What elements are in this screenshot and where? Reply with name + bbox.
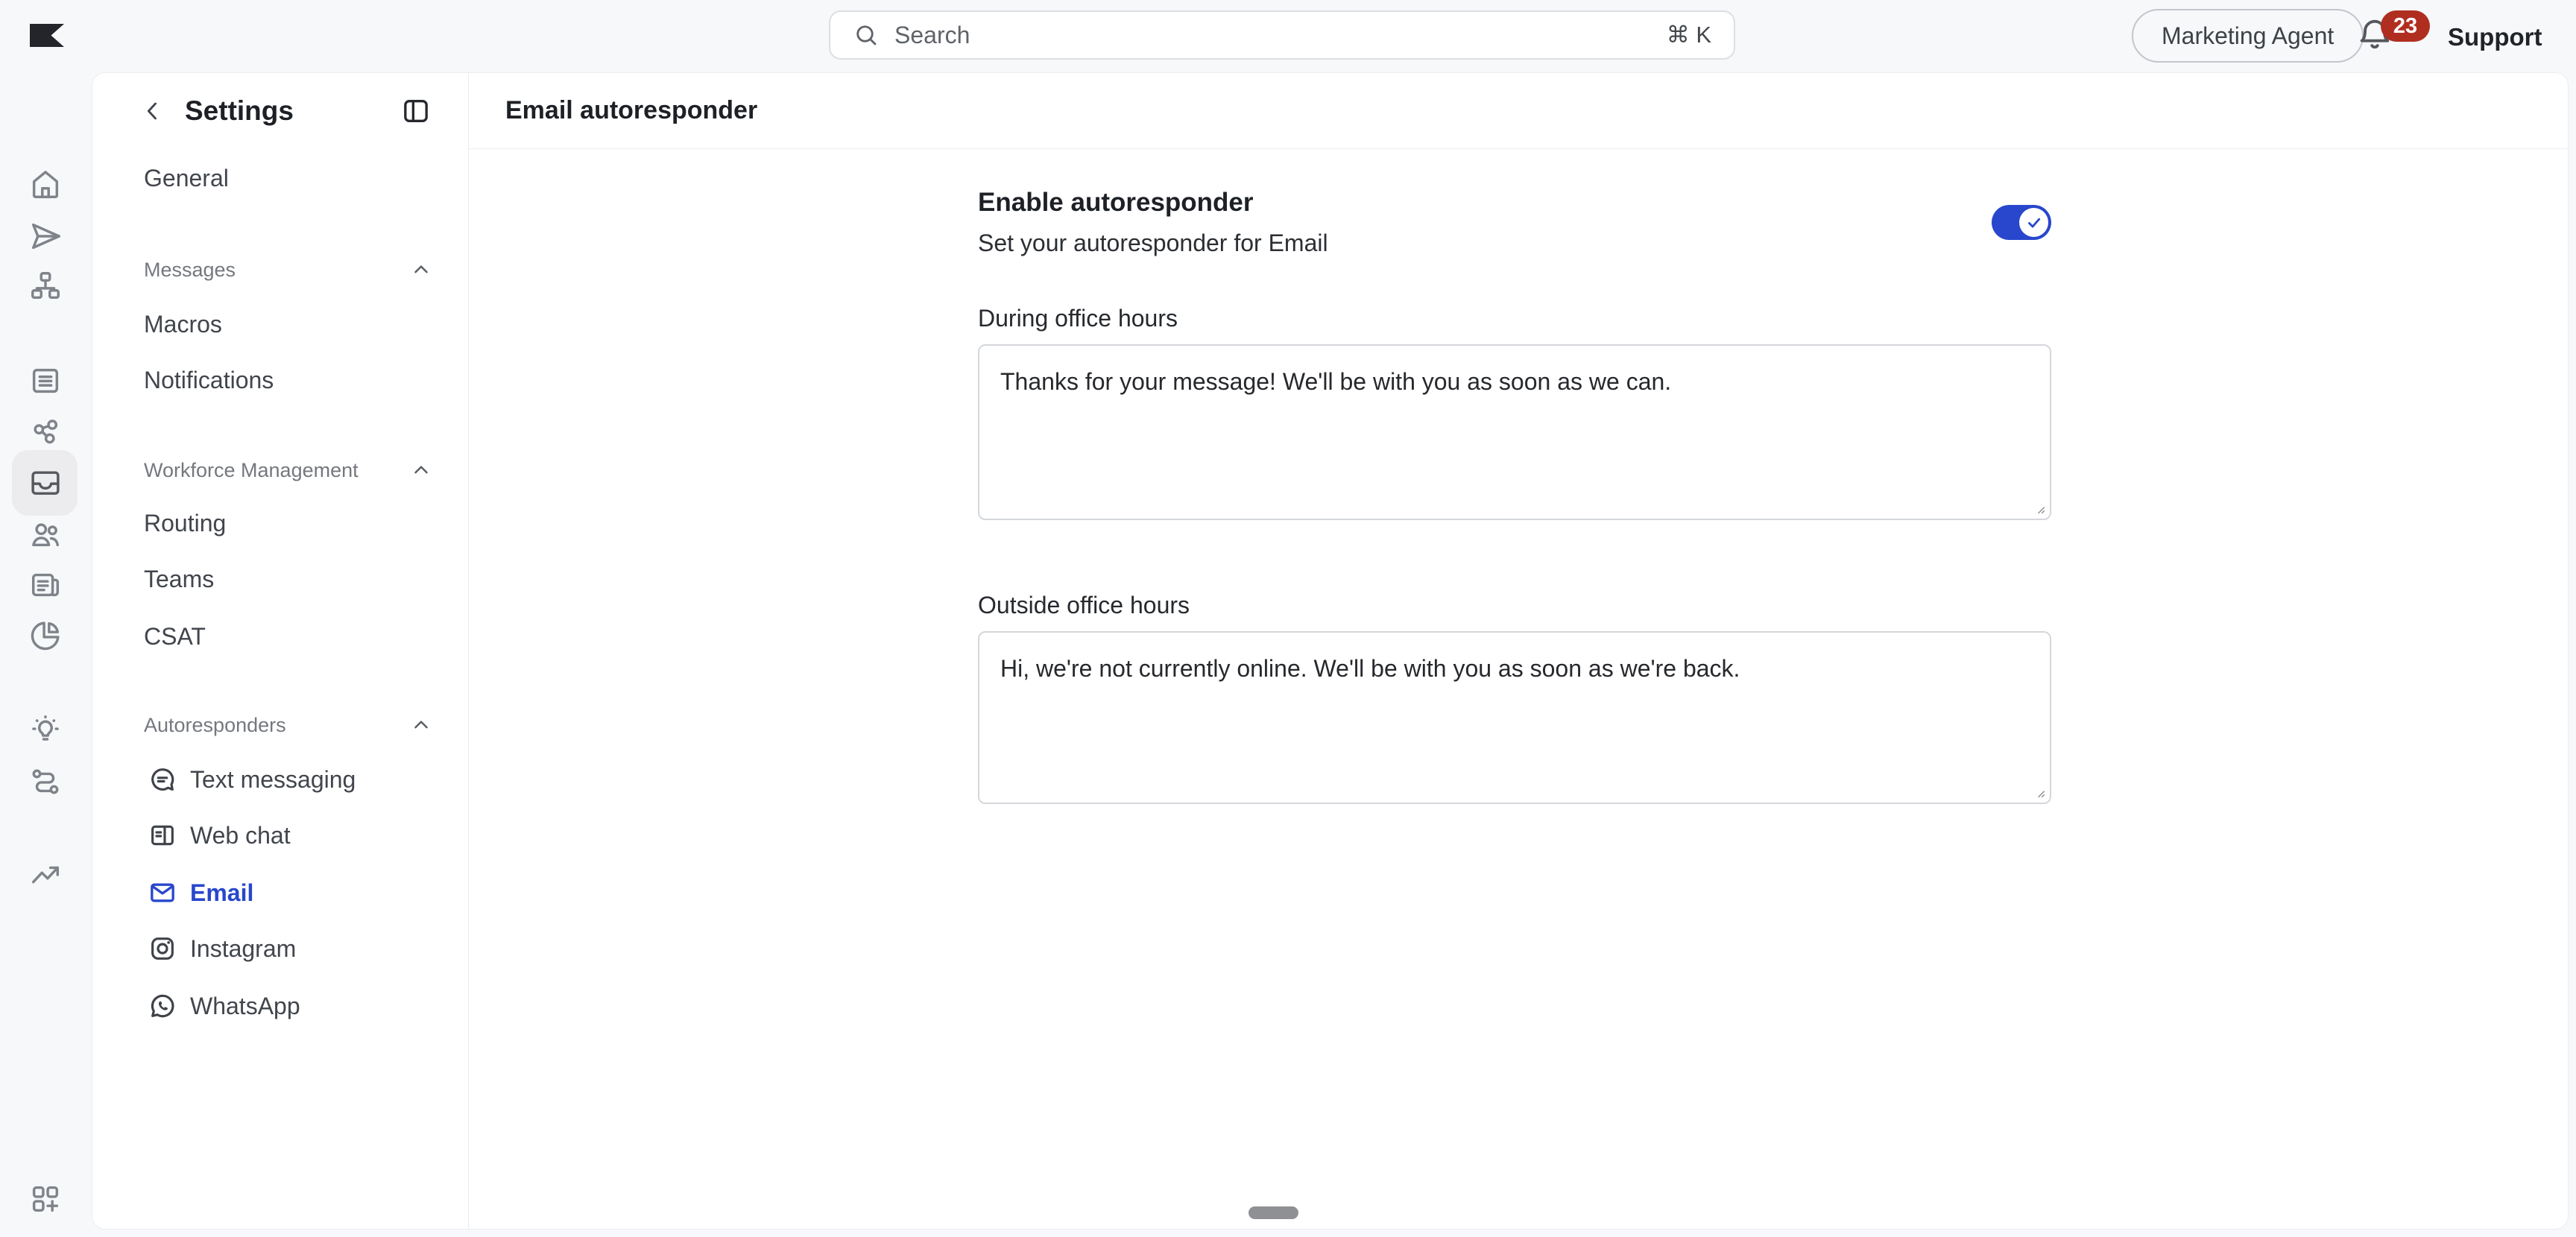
notification-badge: 23 [2381,10,2430,42]
trending-up-icon[interactable] [28,858,63,893]
section-label: Messages [144,259,236,282]
section-label: Workforce Management [144,459,359,482]
sidebar-item-csat[interactable]: CSAT [144,616,432,657]
settings-sidebar: Settings General Messages Macros Notific… [92,73,469,1229]
marketing-agent-button[interactable]: Marketing Agent [2132,9,2364,63]
search-icon [853,22,880,48]
outside-office-hours-label: Outside office hours [978,592,2051,619]
apps-grid-icon[interactable] [28,1181,63,1217]
sidebar-section-messages[interactable]: Messages [144,249,432,291]
sidebar-item-label: Notifications [144,367,274,394]
app-logo[interactable] [30,24,64,47]
sidebar-item-label: WhatsApp [190,993,300,1020]
enable-autoresponder-title: Enable autoresponder [978,188,1328,218]
settings-header: Settings [140,87,431,135]
sidebar-item-macros[interactable]: Macros [144,303,432,345]
sidebar-item-email[interactable]: Email [144,872,432,914]
enable-autoresponder-row: Enable autoresponder Set your autorespon… [978,188,2051,257]
content-shell: Settings General Messages Macros Notific… [92,72,2569,1230]
users-icon[interactable] [28,516,63,551]
sidebar-item-label: Macros [144,311,222,338]
check-icon [2024,213,2044,232]
notifications-button[interactable]: 23 [2355,15,2437,63]
main-panel: Email autoresponder Enable autoresponder… [469,73,2568,1229]
sidebar-item-routing[interactable]: Routing [144,502,432,544]
inbox-icon[interactable] [28,465,63,501]
route-icon[interactable] [28,764,63,800]
search-shortcut: ⌘ K [1667,22,1711,48]
toggle-knob [2019,208,2048,237]
during-office-hours-label: During office hours [978,305,2051,332]
pie-chart-icon[interactable] [28,618,63,654]
sidebar-item-label: General [144,165,229,192]
section-label: Autoresponders [144,714,286,737]
instagram-icon [148,934,177,964]
main-header: Email autoresponder [469,73,2568,149]
search-input[interactable] [894,22,1667,49]
app-rail: K [0,72,92,1237]
sidebar-section-autoresponders[interactable]: Autoresponders [144,704,432,746]
home-icon[interactable] [28,166,63,202]
sidebar-item-label: Text messaging [190,766,356,794]
autoresponder-form: Enable autoresponder Set your autorespon… [978,149,2051,804]
autoresponder-toggle[interactable] [1992,205,2051,240]
sidebar-item-label: Web chat [190,822,291,850]
settings-title: Settings [185,95,294,127]
sidebar-item-whatsapp[interactable]: WhatsApp [144,985,432,1027]
newspaper-icon[interactable] [28,567,63,603]
chat-bubble-icon [148,765,177,794]
send-icon[interactable] [28,218,63,254]
page-title: Email autoresponder [505,96,757,125]
topbar: ⌘ K Marketing Agent 23 Support [0,0,2576,72]
sidebar-item-general[interactable]: General [144,157,432,199]
sidebar-item-text-messaging[interactable]: Text messaging [144,759,432,800]
sidebar-item-notifications[interactable]: Notifications [144,359,432,401]
share-nodes-icon[interactable] [28,414,63,450]
collapse-panel-icon[interactable] [401,96,431,126]
web-chat-icon [148,820,177,850]
sidebar-item-label: Routing [144,510,226,537]
support-link[interactable]: Support [2448,23,2542,51]
sidebar-item-label: Email [190,879,253,907]
bottom-drag-handle[interactable] [1248,1206,1298,1219]
sidebar-section-workforce-management[interactable]: Workforce Management [144,449,432,491]
global-search[interactable]: ⌘ K [829,10,1735,60]
sidebar-item-instagram[interactable]: Instagram [144,928,432,969]
mail-icon [148,878,177,908]
sidebar-item-label: Instagram [190,935,296,963]
back-icon[interactable] [140,98,165,124]
sitemap-icon[interactable] [28,268,63,304]
during-office-hours-textarea[interactable]: Thanks for your message! We'll be with y… [978,344,2051,520]
sidebar-item-label: Teams [144,566,214,593]
whatsapp-icon [148,991,177,1021]
document-icon[interactable] [28,363,63,399]
chevron-up-icon [410,259,432,281]
chevron-up-icon [410,459,432,481]
sidebar-item-web-chat[interactable]: Web chat [144,814,432,856]
sidebar-item-teams[interactable]: Teams [144,558,432,600]
chevron-up-icon [410,714,432,736]
sidebar-item-label: CSAT [144,623,206,651]
outside-office-hours-textarea[interactable]: Hi, we're not currently online. We'll be… [978,631,2051,804]
idea-icon[interactable] [28,712,63,747]
enable-autoresponder-subtitle: Set your autoresponder for Email [978,230,1328,257]
